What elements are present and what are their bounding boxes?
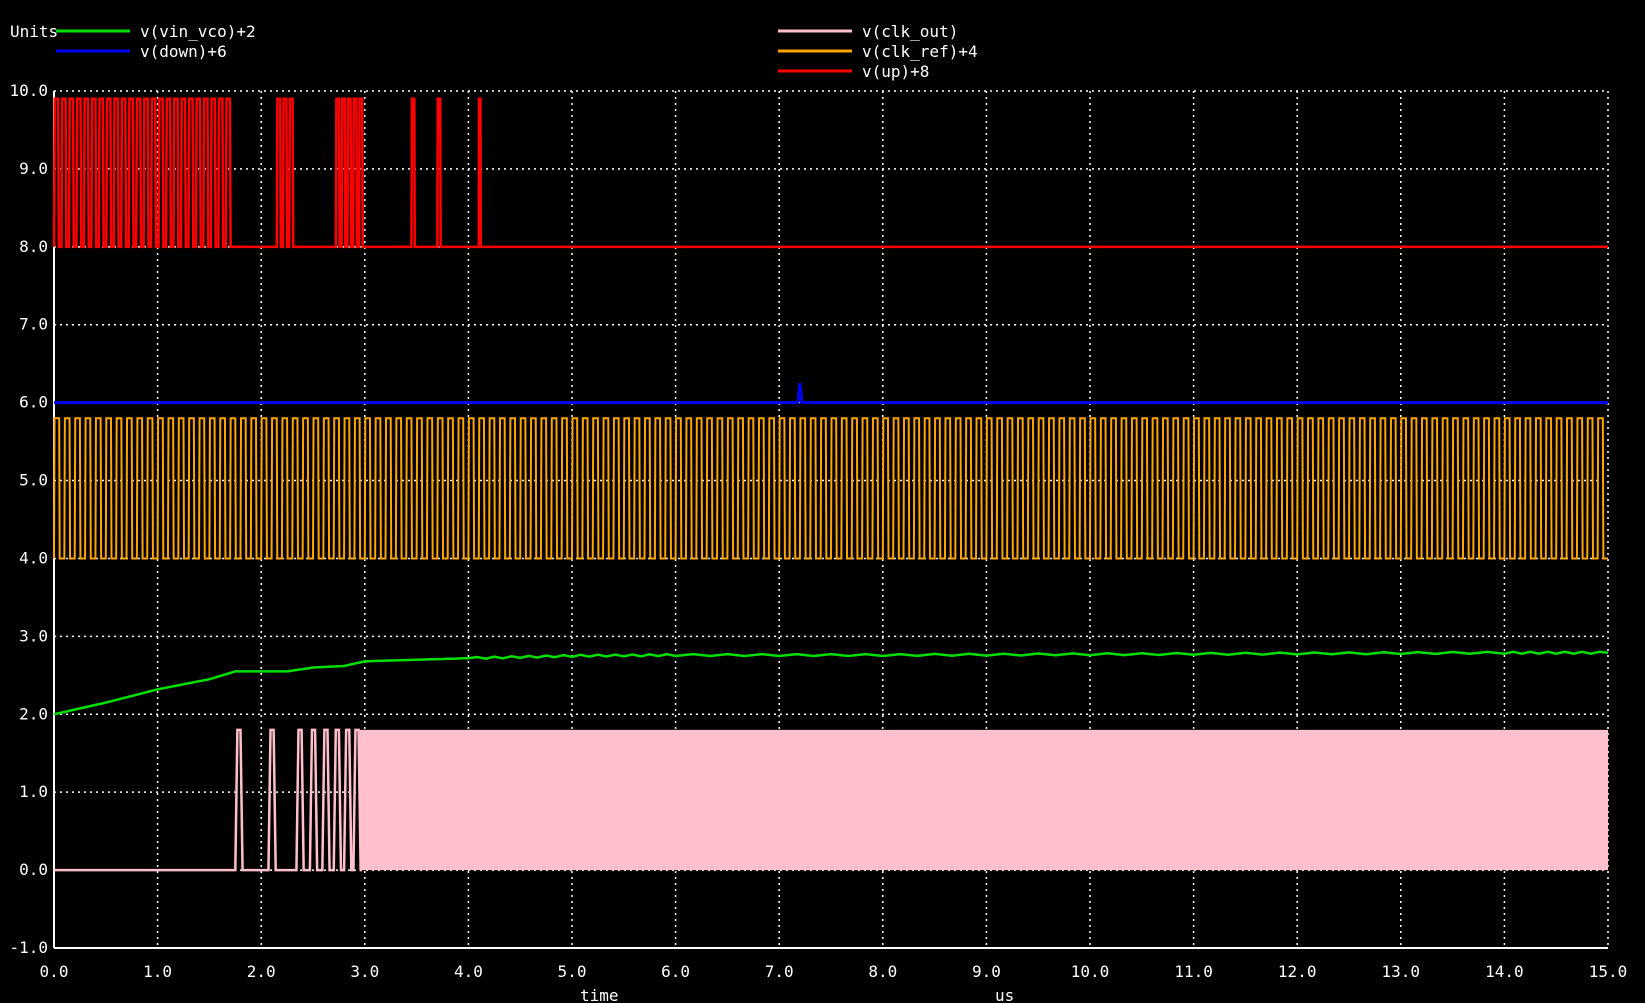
x-tick-label: 9.0	[972, 962, 1001, 981]
y-units-label: Units	[10, 22, 58, 41]
y-tick-label: 4.0	[19, 548, 48, 567]
x-tick-label: 1.0	[143, 962, 172, 981]
x-tick-label: 11.0	[1174, 962, 1213, 981]
x-tick-label: 12.0	[1278, 962, 1317, 981]
y-tick-label: -1.0	[9, 938, 48, 957]
y-tick-label: 0.0	[19, 860, 48, 879]
x-tick-label: 14.0	[1485, 962, 1524, 981]
x-tick-label: 5.0	[558, 962, 587, 981]
x-tick-label: 4.0	[454, 962, 483, 981]
y-tick-label: 6.0	[19, 393, 48, 412]
x-tick-label: 7.0	[765, 962, 794, 981]
x-tick-label: 2.0	[247, 962, 276, 981]
x-tick-label: 8.0	[868, 962, 897, 981]
x-unit-label: us	[995, 986, 1014, 1003]
x-tick-label: 0.0	[40, 962, 69, 981]
x-axis-label: time	[580, 986, 619, 1003]
legend-label-down: v(down)+6	[140, 42, 227, 61]
y-tick-label: 7.0	[19, 315, 48, 334]
x-tick-label: 10.0	[1071, 962, 1110, 981]
y-tick-label: 5.0	[19, 471, 48, 490]
y-tick-label: 2.0	[19, 704, 48, 723]
x-tick-label: 15.0	[1589, 962, 1628, 981]
y-tick-label: 9.0	[19, 159, 48, 178]
legend-label-up: v(up)+8	[862, 62, 929, 81]
y-tick-label: 10.0	[9, 81, 48, 100]
waveform-plot: -1.0 0.0 1.0 2.0 3.0 4.0 5.0 6.0 7.0 8.0 9.0 10.0 0…	[0, 0, 1645, 1003]
legend-label-clk-ref: v(clk_ref)+4	[862, 42, 978, 61]
y-tick-label: 3.0	[19, 626, 48, 645]
series-clk-ref-wave	[53, 417, 1608, 560]
legend-label-vin-vco: v(vin_vco)+2	[140, 22, 256, 41]
series-clk-out-dense	[359, 729, 1608, 871]
legend-label-clk-out: v(clk_out)	[862, 22, 958, 41]
x-tick-label: 6.0	[661, 962, 690, 981]
x-tick-label: 13.0	[1382, 962, 1421, 981]
x-tick-label: 3.0	[350, 962, 379, 981]
y-tick-label: 1.0	[19, 782, 48, 801]
y-tick-label: 8.0	[19, 237, 48, 256]
